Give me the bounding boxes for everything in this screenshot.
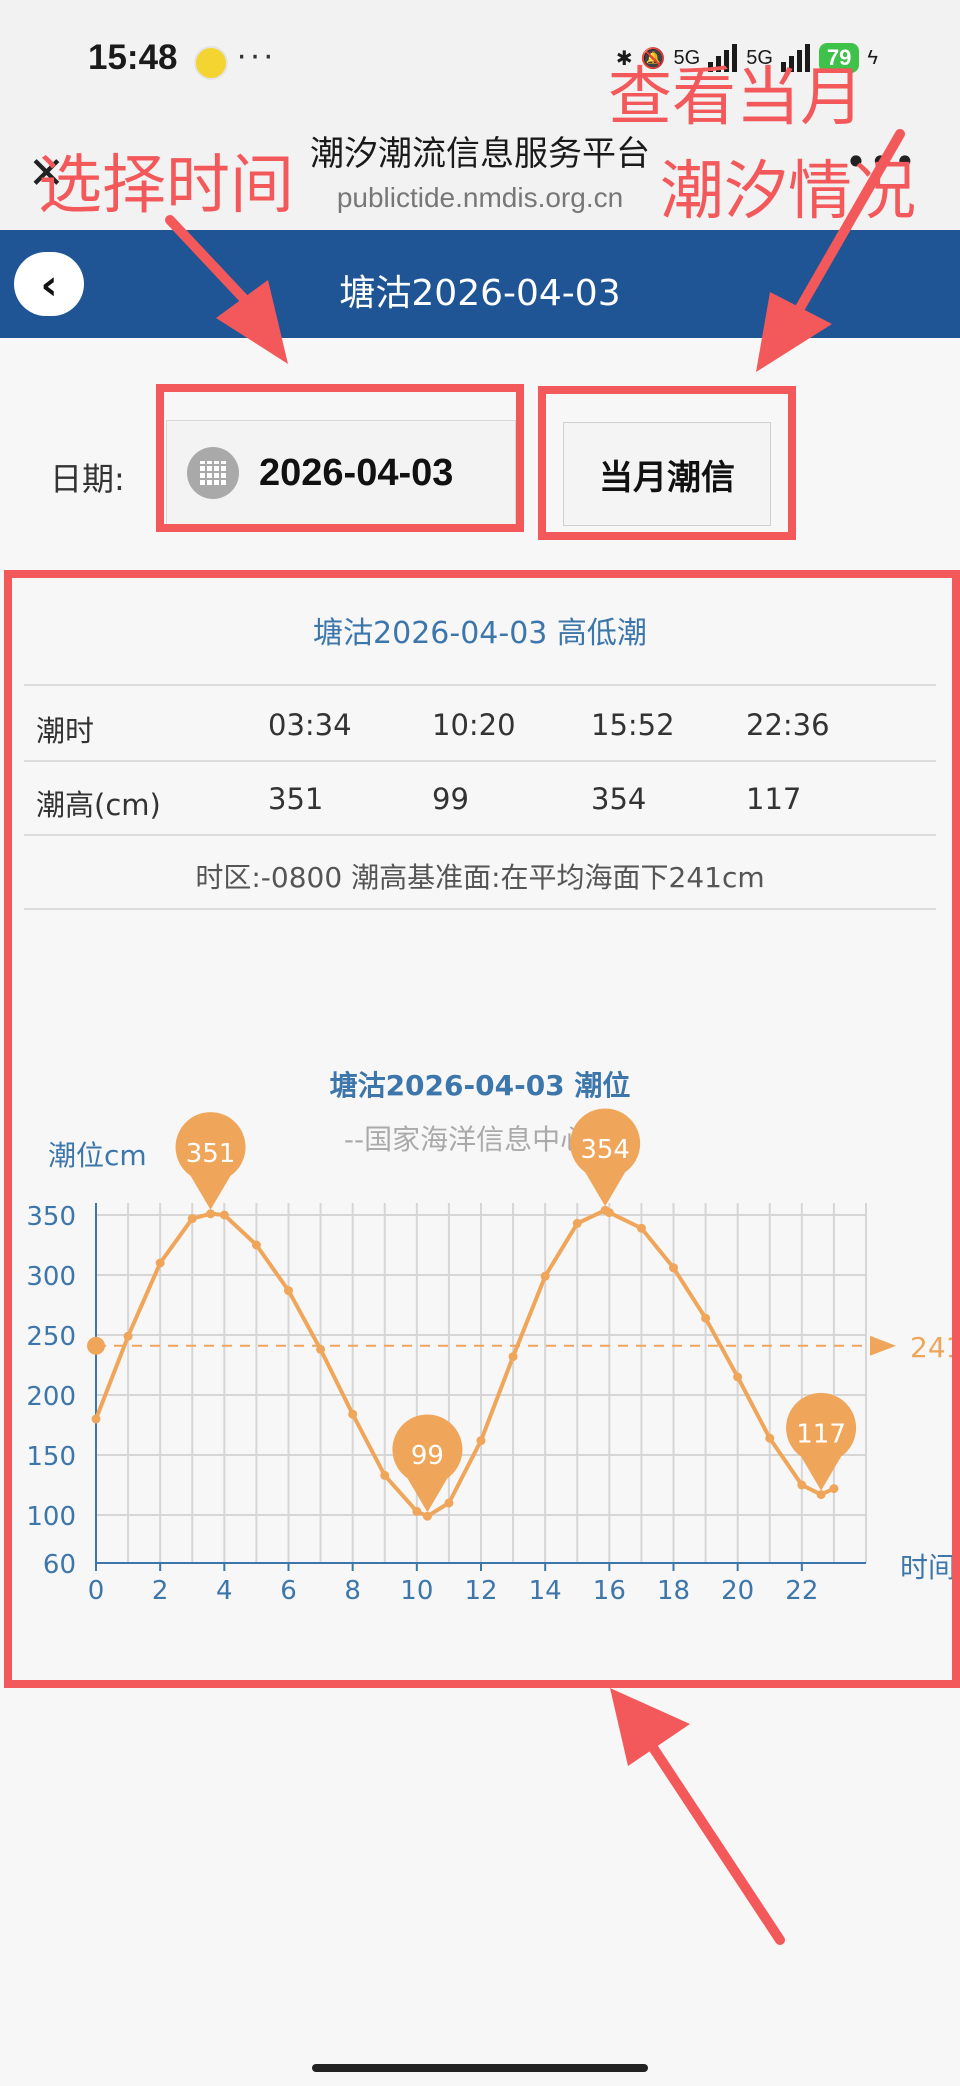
arrow-shaft-content bbox=[647, 1741, 785, 1945]
app-notification-icon bbox=[194, 46, 228, 80]
annotation-view-month-1: 查看当月 bbox=[608, 61, 864, 135]
home-indicator bbox=[312, 2064, 648, 2072]
charging-icon: ϟ bbox=[867, 46, 878, 69]
status-time: 15:48 bbox=[88, 38, 178, 77]
header-title: 塘沽2026-04-03 bbox=[339, 273, 621, 314]
arrow-head-content bbox=[610, 1688, 690, 1766]
annotation-box-content bbox=[4, 570, 960, 1688]
date-label: 日期: bbox=[50, 460, 125, 498]
annotation-box-date bbox=[156, 384, 524, 532]
annotation-select-time: 选择时间 bbox=[38, 149, 294, 223]
annotation-view-month-2: 潮汐情况 bbox=[660, 155, 916, 229]
annotation-box-month bbox=[538, 386, 796, 540]
more-notifications-icon: ··· bbox=[236, 36, 276, 74]
